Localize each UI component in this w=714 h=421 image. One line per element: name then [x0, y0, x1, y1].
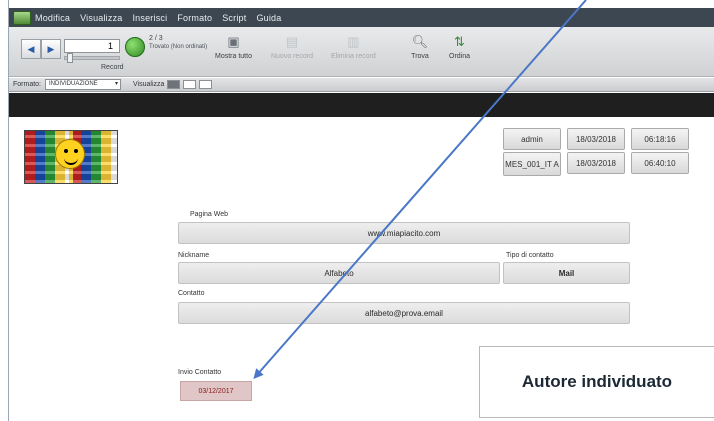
app-window: Modifica Visualizza Inserisci Formato Sc… [8, 0, 714, 421]
modified-by-user: admin [503, 128, 561, 150]
created-time: 06:40:10 [631, 152, 689, 174]
new-record-icon: ▤ [285, 34, 299, 49]
table-view-button[interactable] [199, 80, 213, 89]
record-slider[interactable] [64, 53, 120, 63]
contact-type-label: Tipo di contatto [506, 252, 554, 259]
record-navigator: ◀ ▶ [21, 39, 61, 59]
forward-arrow-icon[interactable]: ▶ [41, 39, 61, 59]
menu-item-inserisci[interactable]: Inserisci [132, 13, 167, 23]
pie-chart-icon [125, 37, 145, 57]
flags-logo-image [24, 130, 118, 184]
new-record-label: Nuovo record [271, 53, 314, 60]
records-label: Record [101, 64, 124, 71]
new-record-button[interactable]: ▤ Nuovo record [271, 33, 313, 60]
header-band [9, 93, 714, 117]
find-label: Trova [411, 53, 429, 60]
layout-select-value: INDIVIDUAZIONE [49, 81, 98, 87]
app-icon [13, 10, 31, 25]
menu-item-guida[interactable]: Guida [256, 13, 281, 23]
delete-record-icon: ▥ [347, 34, 360, 49]
layout-label: Formato: [13, 81, 42, 88]
record-total: 2 / 3 [149, 35, 163, 42]
menu-bar: Modifica Visualizza Inserisci Formato Sc… [9, 8, 714, 27]
layout-select[interactable]: INDIVIDUAZIONE ▾ [45, 79, 122, 90]
view-label: Visualizza [133, 81, 165, 88]
menu-item-modifica[interactable]: Modifica [35, 13, 70, 23]
smiley-icon [55, 139, 85, 169]
invite-contact-date-field[interactable]: 03/12/2017 [180, 381, 252, 401]
nickname-field[interactable]: Alfabeto [178, 262, 500, 284]
created-by-user: MES_001_IT A [503, 152, 561, 176]
menu-item-formato[interactable]: Formato [177, 13, 212, 23]
created-date: 18/03/2018 [567, 152, 625, 174]
record-number-input[interactable]: 1 [64, 39, 120, 53]
modified-date: 18/03/2018 [567, 128, 625, 150]
nickname-label: Nickname [178, 252, 210, 259]
author-identified-box: Autore individuato [479, 346, 714, 418]
contact-field[interactable]: alfabeto@prova.email [178, 302, 630, 324]
toolbar: ◀ ▶ 1 2 / 3 Trovato (Non ordinati) Recor… [9, 27, 714, 77]
modified-time: 06:18:16 [631, 128, 689, 150]
layout-bar: Formato: INDIVIDUAZIONE ▾ Visualizza [9, 78, 714, 92]
contact-type-field[interactable]: Mail [503, 262, 630, 284]
find-button[interactable]: 🔍︎ Trova [411, 33, 429, 60]
delete-record-label: Elimina record [331, 53, 376, 60]
record-status: Trovato (Non ordinati) [149, 44, 208, 50]
chevron-down-icon: ▾ [115, 81, 119, 87]
invite-contact-label: Invio Contatto [178, 369, 222, 376]
web-page-label: Pagina Web [190, 211, 229, 218]
menu-item-visualizza[interactable]: Visualizza [80, 13, 122, 23]
sort-icon: ⇅ [454, 34, 465, 49]
web-page-field[interactable]: www.miapiacito.com [178, 222, 630, 244]
sort-label: Ordina [449, 53, 471, 60]
record-slider-handle[interactable] [67, 53, 73, 63]
search-icon: 🔍︎ [411, 34, 429, 49]
list-view-button[interactable] [183, 80, 197, 89]
contact-label: Contatto [178, 290, 205, 297]
sort-button[interactable]: ⇅ Ordina [449, 33, 470, 60]
show-all-button[interactable]: ▣ Mostra tutto [215, 33, 252, 60]
show-all-label: Mostra tutto [215, 53, 252, 60]
back-arrow-icon[interactable]: ◀ [21, 39, 41, 59]
form-view-button[interactable] [167, 80, 181, 89]
delete-record-button[interactable]: ▥ Elimina record [331, 33, 376, 60]
show-all-icon: ▣ [227, 34, 240, 49]
menu-item-script[interactable]: Script [222, 13, 246, 23]
